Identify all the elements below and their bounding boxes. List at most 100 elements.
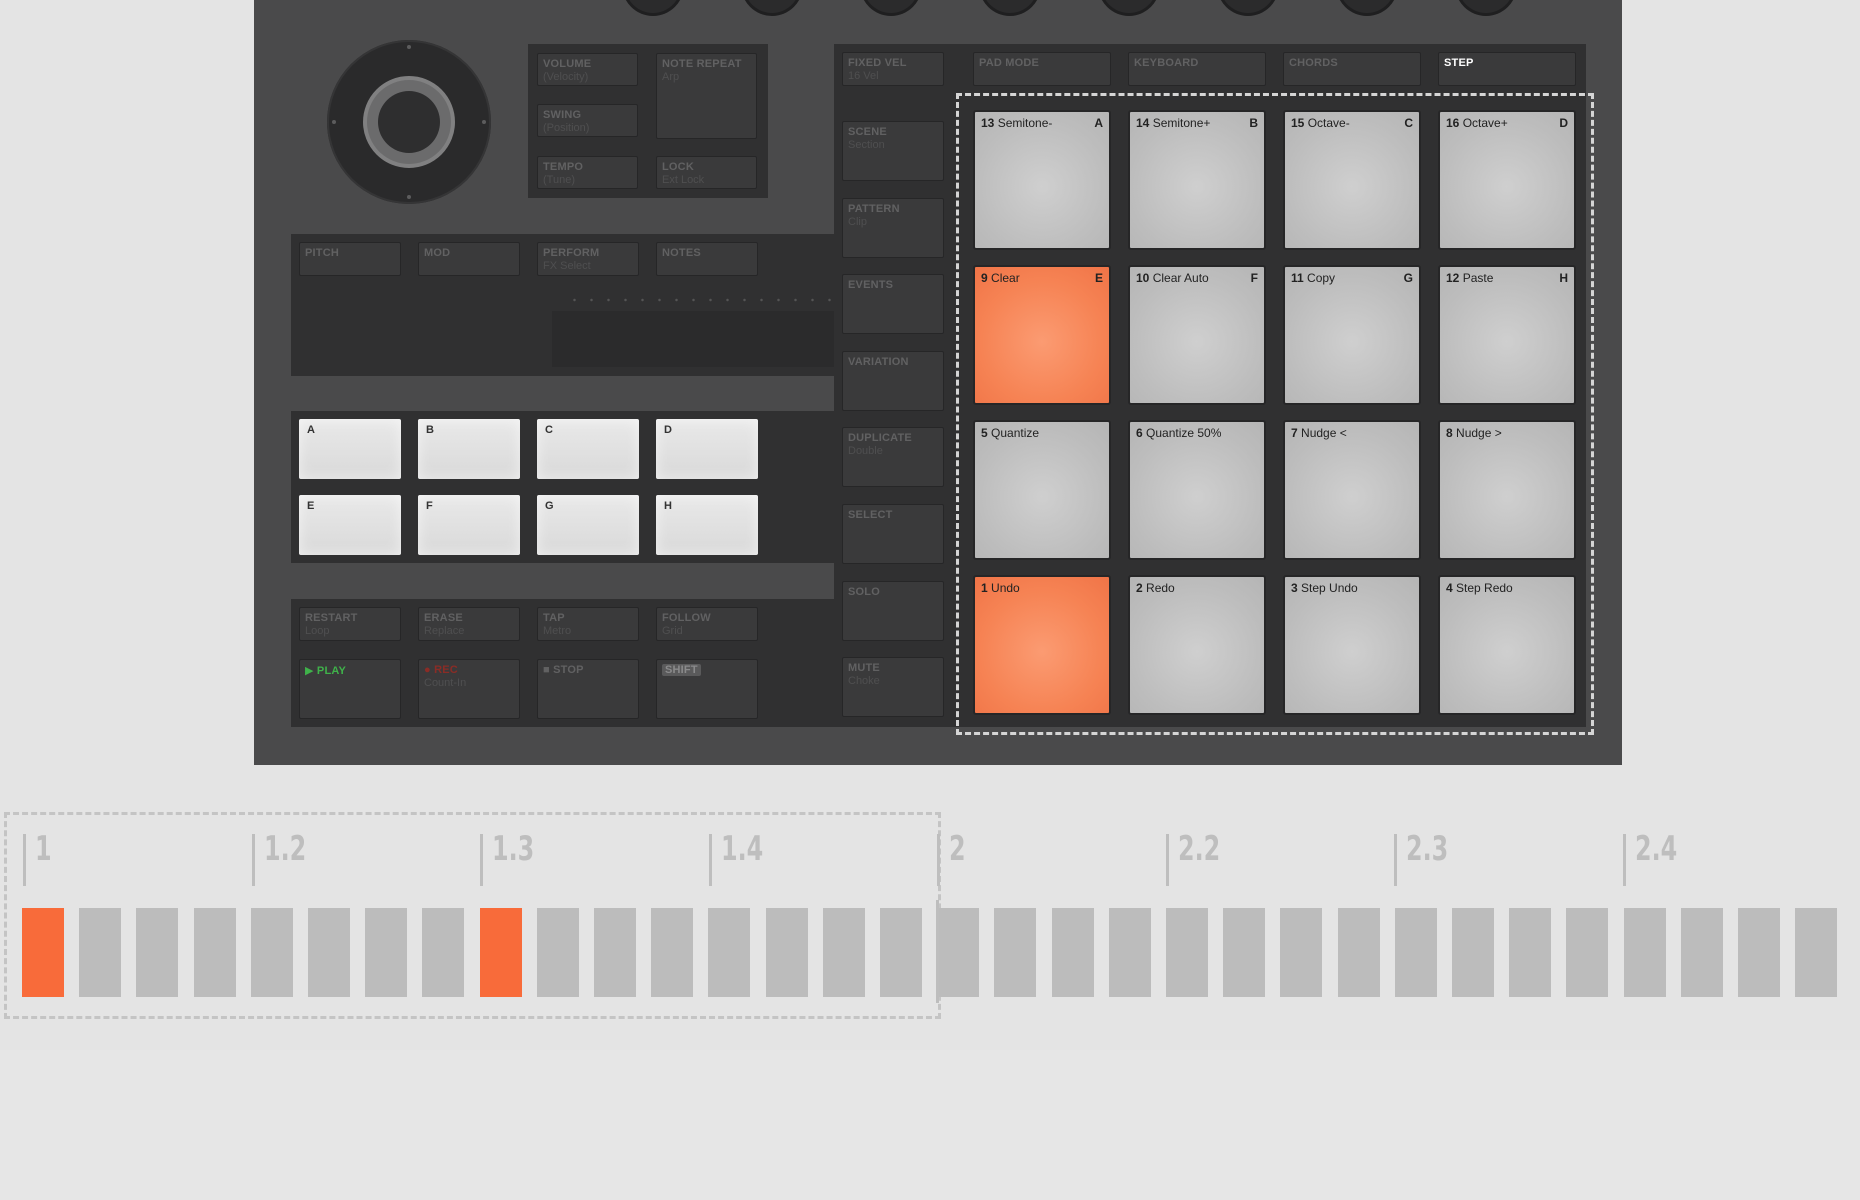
step-2[interactable] <box>79 908 122 997</box>
button-sublabel: (Position) <box>543 122 590 134</box>
button-sublabel: Loop <box>305 625 330 637</box>
button-sublabel: Ext Lock <box>662 174 705 186</box>
duplicate-button[interactable]: DUPLICATE Double <box>842 427 944 488</box>
step-4[interactable] <box>193 908 236 997</box>
beat-tick <box>23 834 26 886</box>
follow-button[interactable]: FOLLOW Grid <box>656 607 758 641</box>
step-28[interactable] <box>1566 908 1609 997</box>
group-pad-b[interactable]: B <box>418 419 520 479</box>
pad-mode-button[interactable]: PAD MODE <box>973 52 1111 86</box>
step-32[interactable] <box>1795 908 1838 997</box>
step-29[interactable] <box>1623 908 1666 997</box>
tempo-button[interactable]: TEMPO (Tune) <box>537 156 638 189</box>
button-sublabel: (Tune) <box>543 174 575 186</box>
button-label: KEYBOARD <box>1134 57 1199 69</box>
group-pad-label: E <box>307 500 315 512</box>
button-label: SOLO <box>848 585 880 598</box>
chords-button[interactable]: CHORDS <box>1283 52 1421 86</box>
knob-8[interactable] <box>1455 0 1517 16</box>
step-22[interactable] <box>1223 908 1266 997</box>
knob-4[interactable] <box>979 0 1041 16</box>
pattern-button[interactable]: PATTERN Clip <box>842 197 944 258</box>
tap-button[interactable]: TAP Metro <box>537 607 639 641</box>
group-pad-e[interactable]: E <box>299 495 401 555</box>
step-17[interactable] <box>937 908 980 997</box>
button-label: VARIATION <box>848 355 909 368</box>
button-label: PAD MODE <box>979 57 1040 69</box>
perform-button[interactable]: PERFORM FX Select <box>537 242 639 276</box>
step-20[interactable] <box>1108 908 1151 997</box>
play-button[interactable]: ▶ PLAY <box>299 659 401 719</box>
knob-6[interactable] <box>1217 0 1279 16</box>
stop-button[interactable]: ■ STOP <box>537 659 639 719</box>
step-8[interactable] <box>422 908 465 997</box>
variation-button[interactable]: VARIATION <box>842 350 944 411</box>
step-25[interactable] <box>1394 908 1437 997</box>
mod-button[interactable]: MOD <box>418 242 520 276</box>
group-pad-a[interactable]: A <box>299 419 401 479</box>
step-10[interactable] <box>536 908 579 997</box>
step-9[interactable] <box>479 908 522 997</box>
keyboard-button[interactable]: KEYBOARD <box>1128 52 1266 86</box>
lock-button[interactable]: LOCK Ext Lock <box>656 156 757 189</box>
button-sublabel: Choke <box>848 675 880 688</box>
fixed-vel-button[interactable]: FIXED VEL 16 Vel <box>842 52 944 86</box>
button-sublabel: Grid <box>662 625 683 637</box>
shift-button[interactable]: SHIFT <box>656 659 758 719</box>
group-pad-f[interactable]: F <box>418 495 520 555</box>
step-26[interactable] <box>1452 908 1494 997</box>
knob-3[interactable] <box>860 0 922 16</box>
step-7[interactable] <box>365 908 408 997</box>
step-15[interactable] <box>822 908 865 997</box>
step-12[interactable] <box>651 908 694 997</box>
step-14[interactable] <box>765 908 808 997</box>
button-label: CHORDS <box>1289 57 1338 69</box>
erase-button[interactable]: ERASE Replace <box>418 607 520 641</box>
step-11[interactable] <box>594 908 636 997</box>
step-3[interactable] <box>136 908 179 997</box>
step-5[interactable] <box>250 908 293 997</box>
step-19[interactable] <box>1051 908 1094 997</box>
group-pad-g[interactable]: G <box>537 495 639 555</box>
mute-button[interactable]: MUTE Choke <box>842 657 944 718</box>
swing-button[interactable]: SWING (Position) <box>537 104 638 137</box>
knob-7[interactable] <box>1336 0 1398 16</box>
beat-tick <box>251 834 255 886</box>
step-18[interactable] <box>994 908 1037 997</box>
step-21[interactable] <box>1166 908 1208 997</box>
group-pad-d[interactable]: D <box>656 419 758 479</box>
step-27[interactable] <box>1509 908 1552 997</box>
notes-button[interactable]: NOTES <box>656 242 758 276</box>
group-pad-h[interactable]: H <box>656 495 758 555</box>
button-label: SCENE <box>848 126 887 138</box>
button-label: MOD <box>424 247 451 259</box>
knob-5[interactable] <box>1098 0 1160 16</box>
knob-2[interactable] <box>741 0 803 16</box>
events-button[interactable]: EVENTS <box>842 274 944 335</box>
restart-button[interactable]: RESTART Loop <box>299 607 401 641</box>
knob-1[interactable] <box>622 0 684 16</box>
step-23[interactable] <box>1280 908 1323 997</box>
note-repeat-button[interactable]: NOTE REPEAT Arp <box>656 53 757 139</box>
step-13[interactable] <box>708 908 751 997</box>
beat-label: 2 <box>949 829 966 869</box>
step-24[interactable] <box>1337 908 1380 997</box>
step-button[interactable]: STEP <box>1438 52 1576 86</box>
select-button[interactable]: SELECT <box>842 504 944 564</box>
beat-label: 1.3 <box>492 829 535 869</box>
scene-button[interactable]: SCENE Section <box>842 121 944 181</box>
solo-button[interactable]: SOLO <box>842 580 944 641</box>
volume-button[interactable]: VOLUME (Velocity) <box>537 53 638 86</box>
bar-divider <box>936 900 939 1003</box>
step-31[interactable] <box>1738 908 1780 997</box>
step-6[interactable] <box>308 908 350 997</box>
rec-button[interactable]: ● REC Count-In <box>418 659 520 719</box>
button-label: MUTE <box>848 662 880 675</box>
button-label: VOLUME <box>543 58 592 70</box>
step-1[interactable] <box>22 908 64 997</box>
group-pad-c[interactable]: C <box>537 419 639 479</box>
step-16[interactable] <box>880 908 922 997</box>
step-30[interactable] <box>1680 908 1723 997</box>
jog-wheel[interactable] <box>327 40 491 204</box>
pitch-button[interactable]: PITCH <box>299 242 401 276</box>
